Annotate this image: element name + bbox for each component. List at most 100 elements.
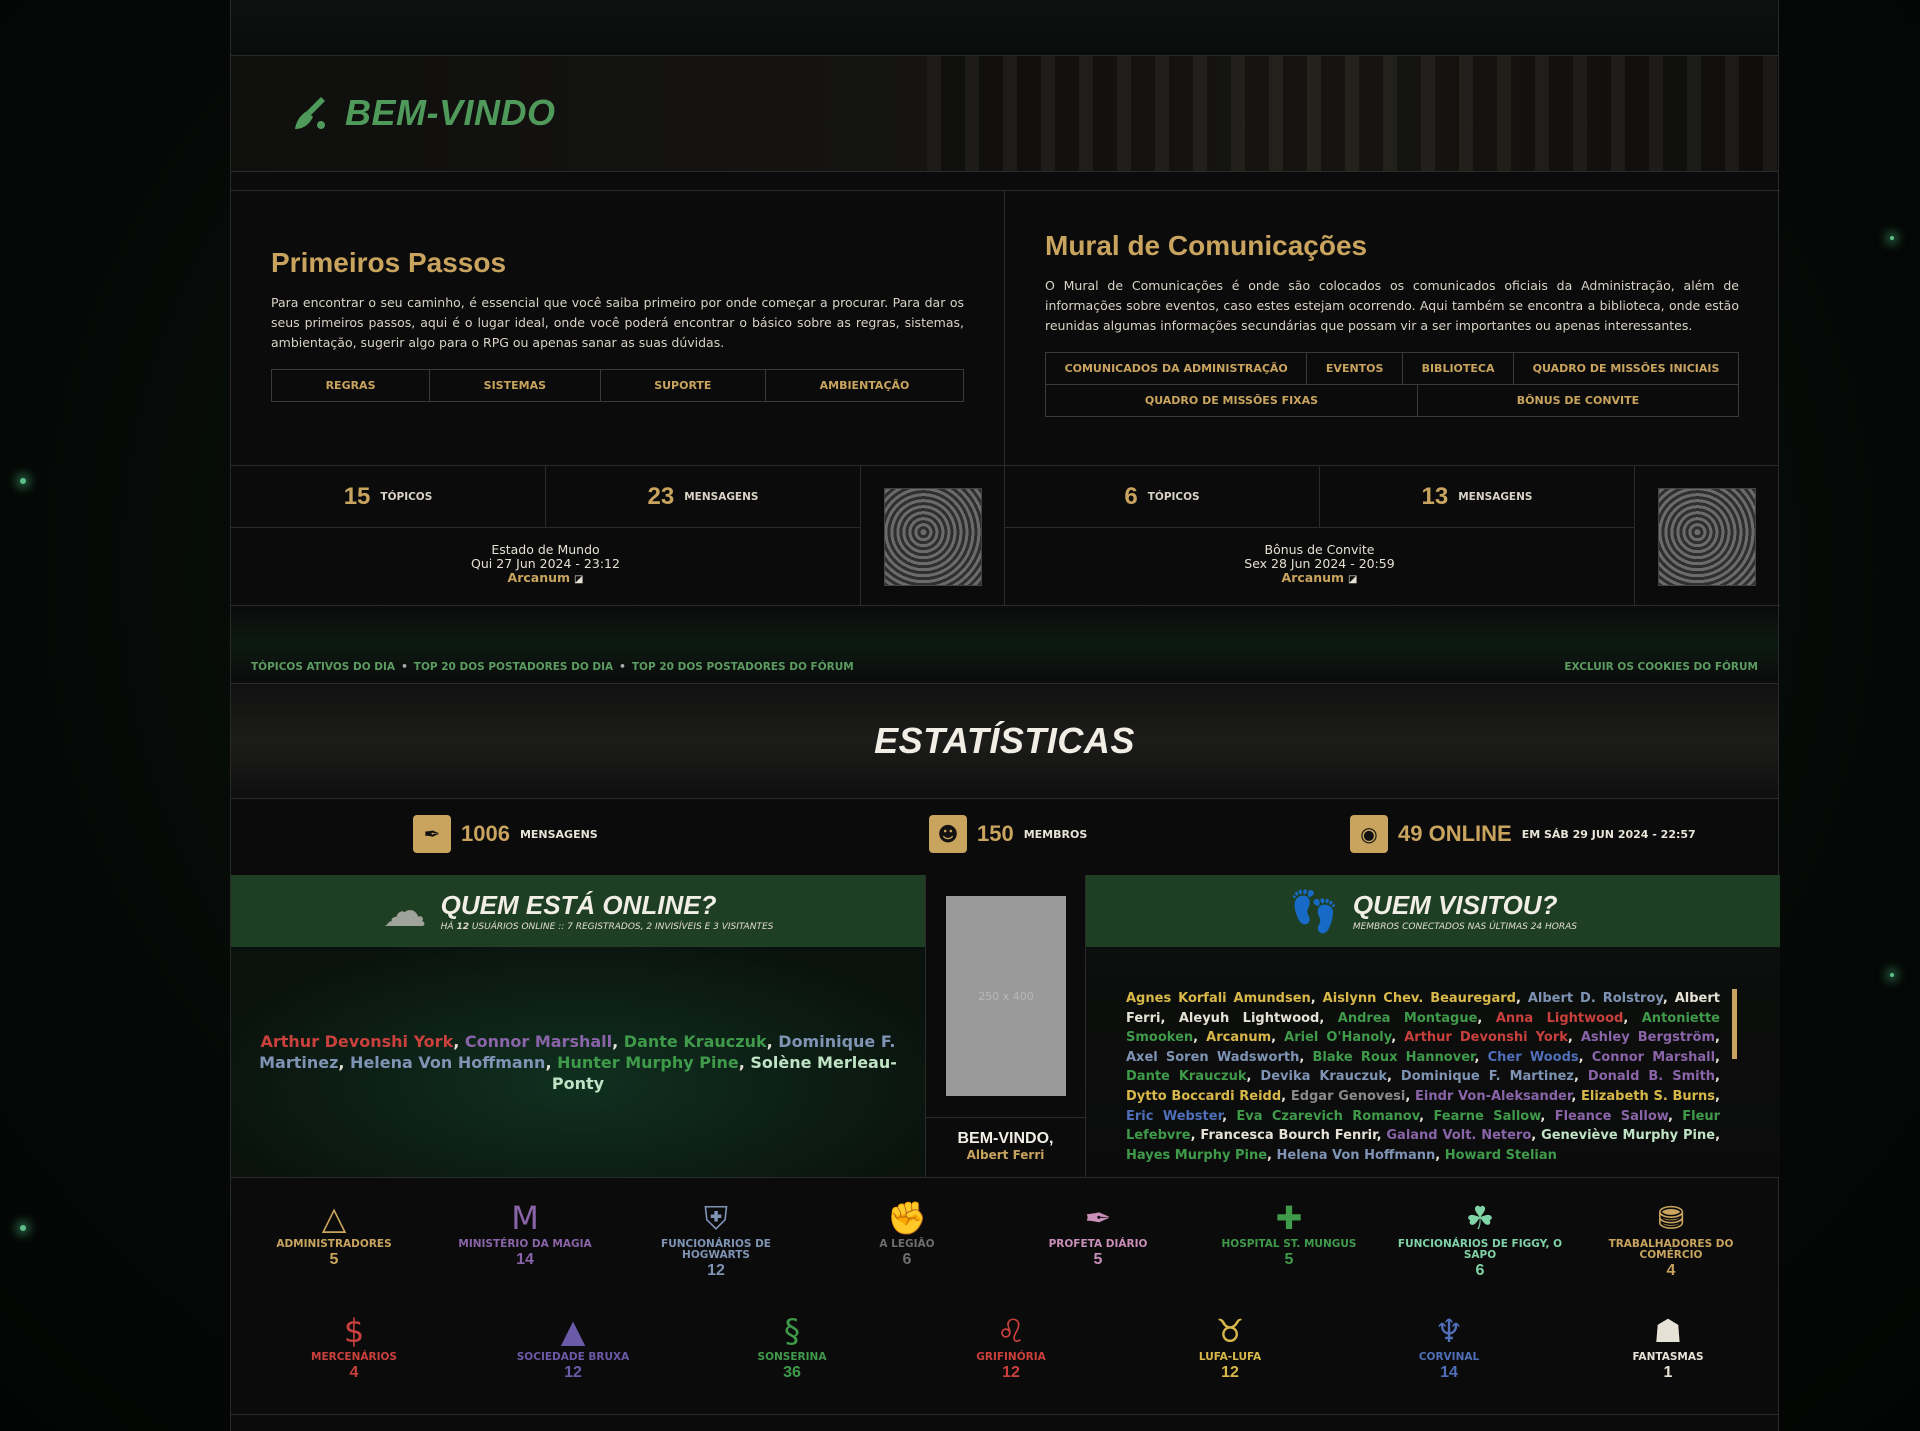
link-eventos[interactable]: EVENTOS <box>1307 353 1404 384</box>
user-link[interactable]: Albert D. Rolstroy <box>1528 991 1663 1006</box>
group-frog[interactable]: ☘ FUNCIONÁRIOS DE FIGGY, O SAPO 6 <box>1395 1199 1565 1280</box>
user-link[interactable]: Blake Roux Hannover <box>1312 1050 1474 1065</box>
user-link[interactable]: Dante Krauczuk <box>624 1032 767 1051</box>
user-link[interactable]: Galand Volt. Netero <box>1386 1128 1531 1143</box>
user-link[interactable]: Ariel O'Hanoly <box>1284 1030 1391 1045</box>
group-ministry[interactable]: M MINISTÉRIO DA MAGIA 14 <box>440 1199 610 1269</box>
group-name: FUNCIONÁRIOS DE HOGWARTS <box>661 1238 771 1261</box>
user-link[interactable]: Arcanum <box>1206 1030 1271 1045</box>
link-top20-dia[interactable]: TOP 20 DOS POSTADORES DO DIA <box>414 661 613 673</box>
goto-post-icon[interactable]: ◪ <box>574 574 583 585</box>
quill-icon: ✒ <box>1084 1199 1112 1237</box>
forum-title[interactable]: Primeiros Passos <box>271 247 964 279</box>
user-link[interactable]: Axel Soren Wadsworth <box>1126 1050 1299 1065</box>
group-deathly-hallows[interactable]: △ ADMINISTRADORES 5 <box>249 1199 419 1269</box>
group-hogwarts-crest[interactable]: ⛨ FUNCIONÁRIOS DE HOGWARTS 12 <box>631 1199 801 1280</box>
quick-links-bar: TÓPICOS ATIVOS DO DIA • TOP 20 DOS POSTADO… <box>231 606 1778 684</box>
user-link[interactable]: Francesca Bourch Fenrir <box>1200 1128 1376 1143</box>
separator: , <box>1405 1088 1416 1104</box>
user-link[interactable]: Helena Von Hoffmann <box>1277 1148 1436 1163</box>
link-missoes-fixas[interactable]: QUADRO DE MISSÕES FIXAS <box>1046 385 1418 416</box>
group-count: 4 <box>1666 1262 1676 1279</box>
last-post-author[interactable]: Arcanum <box>1282 570 1345 585</box>
group-name: FANTASMAS <box>1632 1351 1704 1363</box>
user-link[interactable]: Eindr Von-Aleksander <box>1415 1089 1571 1104</box>
user-link[interactable]: Aleyuh Lightwood <box>1179 1011 1320 1026</box>
user-link[interactable]: Donald B. Smith <box>1588 1069 1715 1084</box>
link-top20-forum[interactable]: TOP 20 DOS POSTADORES DO FÓRUM <box>632 661 854 673</box>
user-link[interactable]: Agnes Korfali Amundsen <box>1126 991 1311 1006</box>
user-link[interactable]: Connor Marshall <box>465 1032 612 1051</box>
user-link[interactable]: Cher Woods <box>1488 1050 1579 1065</box>
user-link[interactable]: Eric Webster <box>1126 1109 1222 1124</box>
group-name: GRIFINÓRIA <box>976 1351 1046 1363</box>
user-link[interactable]: Hunter Murphy Pine <box>557 1053 739 1072</box>
user-link[interactable]: Fleance Sallow <box>1555 1109 1668 1124</box>
user-link[interactable]: Howard Stelian <box>1445 1148 1557 1163</box>
user-link[interactable]: Eva Czarevich Romanov <box>1236 1109 1419 1124</box>
user-link[interactable]: Aislynn Chev. Beauregard <box>1323 991 1516 1006</box>
total-online: ◉ 49 ONLINE EM SÁB 29 JUN 2024 - 22:57 <box>1350 815 1696 853</box>
group-medical-cross[interactable]: ✚ HOSPITAL ST. MUNGUS 5 <box>1204 1199 1374 1269</box>
group-money-bag[interactable]: $ MERCENÁRIOS 4 <box>269 1312 439 1382</box>
user-link[interactable]: Fearne Sallow <box>1433 1109 1540 1124</box>
link-regras[interactable]: REGRAS <box>272 370 431 401</box>
user-link[interactable]: Arthur Devonshi York <box>260 1032 453 1051</box>
last-post-date: Qui 27 Jun 2024 - 23:12 <box>471 556 620 571</box>
group-count: 1 <box>1663 1364 1673 1381</box>
separator: , <box>1271 1030 1285 1046</box>
user-link[interactable]: Dominique F. Martinez <box>1401 1069 1574 1084</box>
user-link[interactable]: Dytto Boccardi Reidd <box>1126 1089 1281 1104</box>
user-link[interactable]: Hayes Murphy Pine <box>1126 1148 1267 1163</box>
user-link[interactable]: Helena Von Hoffmann <box>350 1053 545 1072</box>
user-link[interactable]: Dante Krauczuk <box>1126 1069 1247 1084</box>
forum-description: Para encontrar o seu caminho, é essencia… <box>271 295 964 350</box>
group-lion[interactable]: ♌ GRIFINÓRIA 12 <box>926 1312 1096 1382</box>
user-link[interactable]: Anna Lightwood <box>1496 1011 1624 1026</box>
last-post: Estado de Mundo Qui 27 Jun 2024 - 23:12 … <box>231 528 860 587</box>
separator: , <box>1477 1010 1496 1026</box>
welcome-username[interactable]: Albert Ferri <box>926 1148 1085 1162</box>
group-coins[interactable]: ⛃ TRABALHADORES DO COMÉRCIO 4 <box>1586 1199 1756 1280</box>
link-bonus-convite[interactable]: BÔNUS DE CONVITE <box>1418 385 1738 416</box>
last-post-title[interactable]: Estado de Mundo <box>231 543 860 557</box>
group-ghost[interactable]: ☗ FANTASMAS 1 <box>1583 1312 1753 1382</box>
link-excluir-cookies[interactable]: EXCLUIR OS COOKIES DO FÓRUM <box>1564 661 1758 673</box>
user-link[interactable]: Edgar Genovesi <box>1291 1089 1406 1104</box>
group-count: 6 <box>902 1251 912 1268</box>
group-badger[interactable]: ♉ LUFA-LUFA 12 <box>1145 1312 1315 1382</box>
group-count: 5 <box>1093 1251 1103 1268</box>
user-link[interactable]: Arthur Devonshi York <box>1404 1030 1568 1045</box>
user-link[interactable]: Geneviève Murphy Pine <box>1541 1128 1715 1143</box>
user-link[interactable]: Connor Marshall <box>1592 1050 1715 1065</box>
forum-title[interactable]: Mural de Comunicações <box>1045 230 1739 262</box>
link-sistemas[interactable]: SISTEMAS <box>430 370 601 401</box>
group-fist[interactable]: ✊ A LEGIÃO 6 <box>822 1199 992 1269</box>
group-witch-hat[interactable]: ▲ SOCIEDADE BRUXA 12 <box>488 1312 658 1382</box>
group-eagle[interactable]: ♆ CORVINAL 14 <box>1364 1312 1534 1382</box>
user-link[interactable]: Elizabeth S. Burns <box>1581 1089 1715 1104</box>
last-post-title[interactable]: Bônus de Convite <box>1005 543 1634 557</box>
link-biblioteca[interactable]: BIBLIOTECA <box>1403 353 1515 384</box>
user-link[interactable]: Devika Krauczuk <box>1260 1069 1387 1084</box>
group-serpent[interactable]: § SONSERINA 36 <box>707 1312 877 1382</box>
link-ambientacao[interactable]: AMBIENTAÇÃO <box>766 370 963 401</box>
forum-stats: 15 TÓPICOS 23 MENSAGENS Estado de Mundo Qu… <box>231 465 1004 607</box>
castle-backdrop <box>927 56 1778 171</box>
user-link[interactable]: Andrea Montague <box>1338 1011 1478 1026</box>
group-quill[interactable]: ✒ PROFETA DIÁRIO 5 <box>1013 1199 1183 1269</box>
subforum-links: REGRAS SISTEMAS SUPORTE AMBIENTAÇÃO <box>271 369 964 402</box>
messages-count: 23 MENSAGENS <box>545 466 860 527</box>
user-link[interactable]: Ashley Bergström <box>1581 1030 1715 1045</box>
goto-post-icon[interactable]: ◪ <box>1348 574 1357 585</box>
scrollbar[interactable] <box>1732 989 1737 1059</box>
link-suporte[interactable]: SUPORTE <box>601 370 767 401</box>
link-topicos-ativos[interactable]: TÓPICOS ATIVOS DO DIA <box>251 661 395 673</box>
last-post-author[interactable]: Arcanum <box>508 570 571 585</box>
forum-categories: Primeiros Passos Para encontrar o seu ca… <box>231 190 1780 607</box>
witch-hat-icon: ▲ <box>560 1312 586 1350</box>
link-comunicados[interactable]: COMUNICADOS DA ADMINISTRAÇÃO <box>1046 353 1308 384</box>
forum-mural-comunicacoes: Mural de Comunicações O Mural de Comunic… <box>1005 191 1779 607</box>
separator: , <box>1715 1069 1720 1085</box>
link-missoes-iniciais[interactable]: QUADRO DE MISSÕES INICIAIS <box>1514 353 1738 384</box>
